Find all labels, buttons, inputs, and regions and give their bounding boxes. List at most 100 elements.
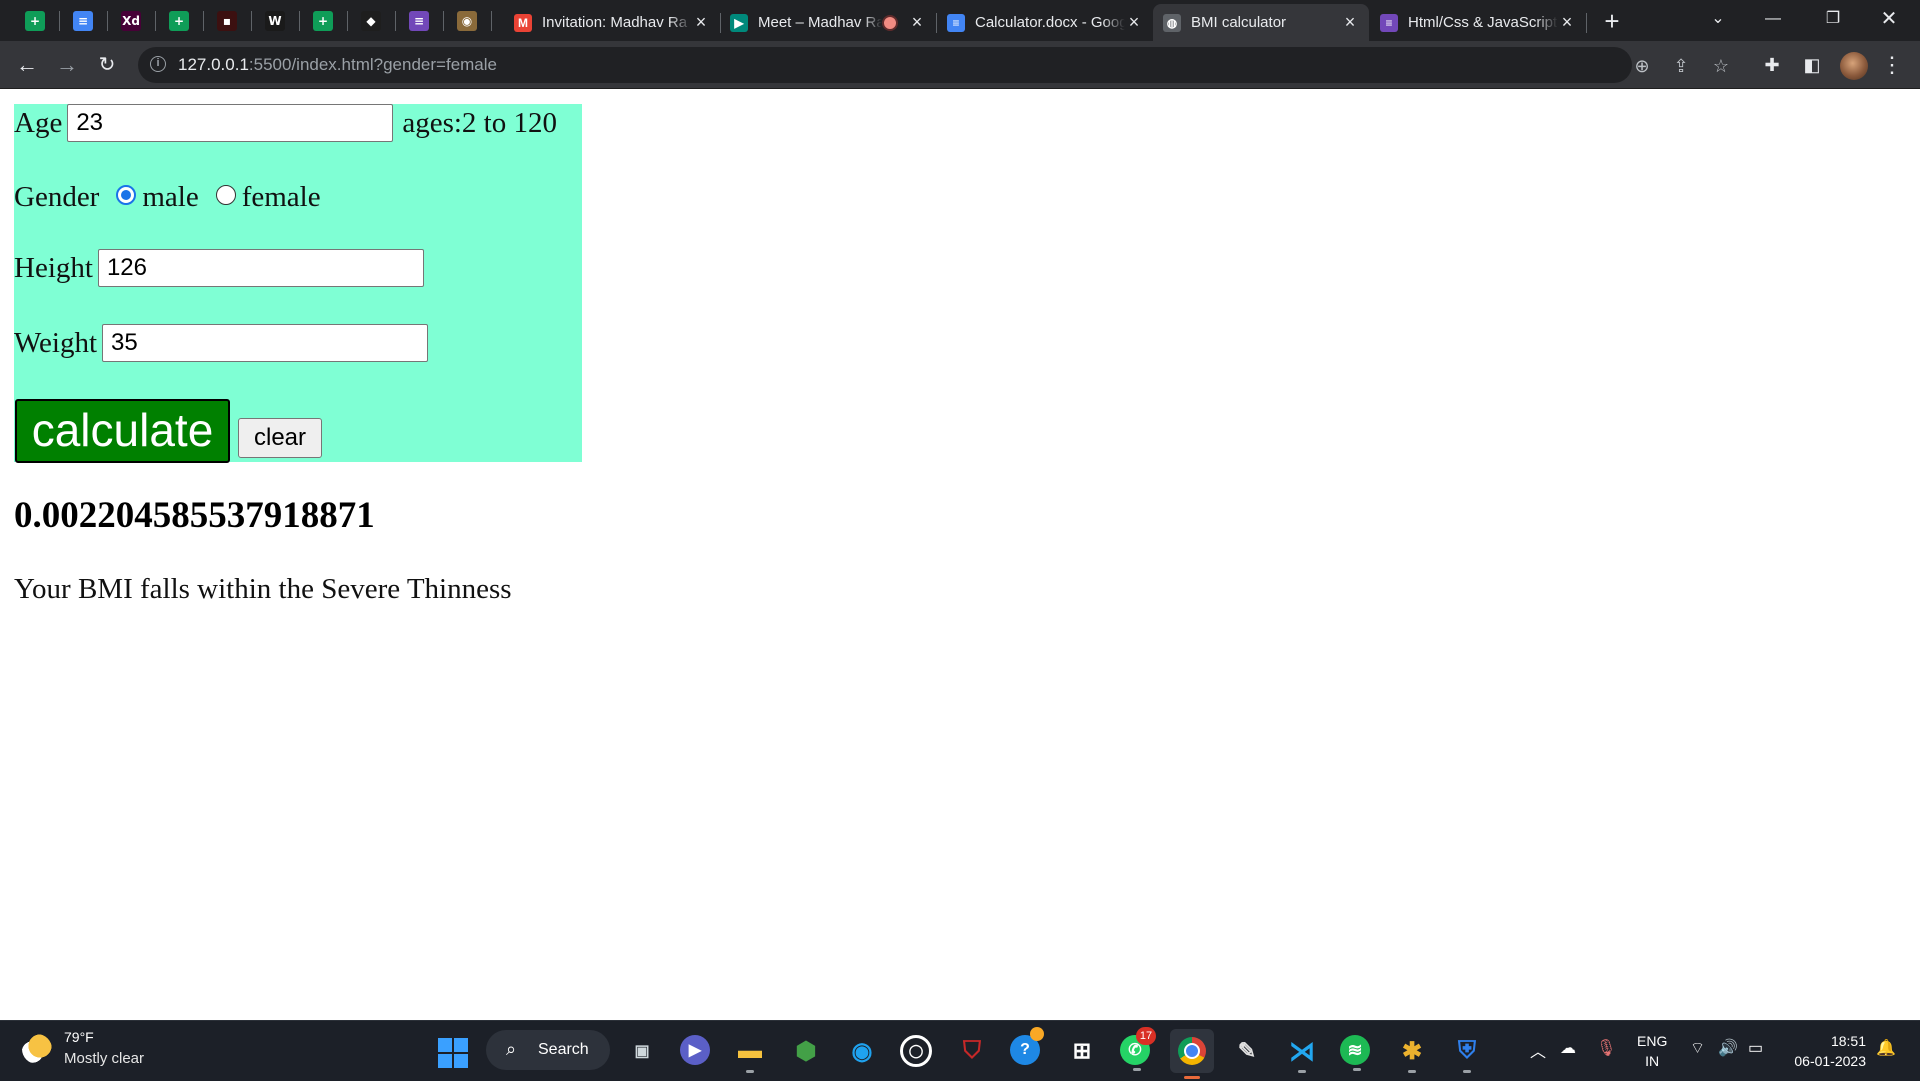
- url-path: :5500/index.html?gender=female: [248, 55, 497, 74]
- weather-description[interactable]: Mostly clear: [64, 1050, 144, 1067]
- github-app-icon[interactable]: ◯: [900, 1035, 932, 1067]
- google-meet-icon: ▶: [730, 13, 748, 32]
- tab-title: BMI calculator: [1191, 14, 1287, 31]
- taskbar-search[interactable]: ⌕ Search: [486, 1030, 610, 1070]
- google-forms-icon: ≡: [409, 11, 429, 31]
- task-view-icon[interactable]: ▣: [625, 1035, 659, 1067]
- browser-tab[interactable]: M Invitation: Madhav Ra ×: [504, 4, 720, 41]
- male-label[interactable]: male: [142, 181, 198, 214]
- tab-search-icon[interactable]: ⌄: [1695, 4, 1741, 34]
- browser-tab[interactable]: ≡ Calculator.docx - Google Docs×: [937, 4, 1153, 41]
- tab-title: Calculator.docx - Google Docs: [975, 14, 1125, 31]
- female-radio[interactable]: [215, 185, 236, 205]
- tab-divider: [443, 11, 444, 31]
- female-label[interactable]: female: [242, 181, 321, 214]
- site-info-icon[interactable]: i: [150, 56, 166, 72]
- close-window-button[interactable]: ✕: [1866, 4, 1912, 34]
- pinned-tab[interactable]: ▪: [214, 8, 240, 34]
- minimize-button[interactable]: —: [1750, 4, 1796, 34]
- side-panel-icon[interactable]: ◧: [1800, 53, 1824, 77]
- menu-kebab-icon[interactable]: ⋮: [1880, 53, 1904, 77]
- get-help-icon[interactable]: ?: [1010, 1027, 1044, 1065]
- bookmark-star-icon[interactable]: ☆: [1710, 55, 1732, 77]
- tab-title: Html/Css & JavaScript: [1408, 14, 1558, 31]
- clear-button[interactable]: clear: [238, 418, 322, 458]
- tab-close-icon[interactable]: ×: [692, 12, 710, 33]
- google-docs-icon: ≡: [947, 13, 965, 32]
- browser-tab[interactable]: ≡ Html/Css & JavaScript ×: [1370, 4, 1586, 41]
- pinned-tab[interactable]: +: [166, 8, 192, 34]
- notification-bell-icon[interactable]: 🔔: [1876, 1038, 1896, 1058]
- pinned-tab[interactable]: ≡: [406, 8, 432, 34]
- battery-icon[interactable]: ▭: [1748, 1038, 1763, 1058]
- address-bar[interactable]: i 127.0.0.1:5500/index.html?gender=femal…: [138, 47, 1729, 83]
- onedrive-cloud-icon[interactable]: ☁: [1560, 1038, 1576, 1058]
- url-text[interactable]: 127.0.0.1:5500/index.html?gender=female: [178, 55, 497, 75]
- share-icon[interactable]: ⇪: [1670, 55, 1692, 77]
- google-sheets-icon: +: [25, 11, 45, 31]
- zoom-icon[interactable]: ⊕: [1631, 55, 1653, 77]
- clock-time: 18:51: [1830, 1033, 1866, 1049]
- age-hint: ages:2 to 120: [402, 106, 557, 139]
- wifi-icon[interactable]: ⌔: [1690, 1038, 1705, 1058]
- extensions-icon[interactable]: ✚: [1760, 53, 1784, 77]
- height-input[interactable]: [97, 249, 424, 287]
- back-icon[interactable]: ←: [11, 49, 43, 81]
- teams-chat-icon[interactable]: ▶: [680, 1035, 710, 1065]
- pinned-tab[interactable]: ◉: [454, 8, 480, 34]
- spotify-icon[interactable]: ≋: [1340, 1035, 1370, 1071]
- document-editor-icon[interactable]: ✎: [1230, 1035, 1264, 1067]
- age-row: Age ages:2 to 120: [14, 104, 557, 142]
- pinned-tab[interactable]: Xd: [118, 8, 144, 34]
- search-icon: ⌕: [506, 1039, 517, 1059]
- tab-bmi-calculator-active[interactable]: ◍ BMI calculator ×: [1153, 4, 1369, 41]
- tab-close-icon[interactable]: ×: [1125, 12, 1143, 33]
- male-radio[interactable]: [116, 185, 137, 205]
- weather-temperature[interactable]: 79°F: [64, 1029, 94, 1045]
- age-input[interactable]: [67, 104, 394, 142]
- security-shield-icon[interactable]: ⛨: [1450, 1035, 1484, 1073]
- pinned-tab[interactable]: W: [262, 8, 288, 34]
- microphone-icon[interactable]: 🎙: [1596, 1038, 1616, 1058]
- tab-divider: [107, 11, 108, 31]
- mcafee-icon[interactable]: ⛉: [955, 1035, 989, 1067]
- reload-icon[interactable]: ↻: [91, 49, 123, 81]
- calculate-button[interactable]: calculate: [15, 399, 230, 463]
- edge-browser-icon[interactable]: ◉: [845, 1035, 879, 1067]
- taskbar-search-label: Search: [538, 1041, 589, 1058]
- tab-title: Invitation: Madhav Ra: [542, 14, 688, 31]
- new-tab-button[interactable]: +: [1596, 6, 1628, 36]
- weight-row: Weight: [14, 324, 429, 362]
- language-indicator[interactable]: ENG IN: [1637, 1031, 1667, 1071]
- figma-icon: ◆: [361, 11, 381, 31]
- browser-tab-strip: + ≡ Xd + ▪ W + ◆ ≡ ◉ M Invitation: Madhav Ra × ▶ Meet…: [0, 0, 1920, 41]
- pinned-tab[interactable]: +: [310, 8, 336, 34]
- whatsapp-icon[interactable]: ✆ 17: [1120, 1027, 1156, 1071]
- age-label: Age: [14, 106, 63, 139]
- pinned-tab[interactable]: +: [22, 8, 48, 34]
- show-hidden-icons-chevron[interactable]: ︿: [1530, 1038, 1546, 1062]
- tab-close-icon[interactable]: ×: [1341, 12, 1359, 33]
- height-label: Height: [14, 251, 93, 284]
- forward-icon[interactable]: →: [51, 49, 83, 81]
- weight-label: Weight: [14, 326, 98, 359]
- language-code: ENG: [1637, 1033, 1668, 1049]
- pinned-tab[interactable]: ≡: [70, 8, 96, 34]
- volume-icon[interactable]: 🔊: [1718, 1038, 1738, 1058]
- profile-avatar[interactable]: [1840, 52, 1868, 80]
- green-cube-app-icon[interactable]: ⬢: [789, 1035, 823, 1067]
- file-explorer-icon[interactable]: ▬: [733, 1035, 767, 1073]
- system-clock[interactable]: 18:51 06-01-2023: [1786, 1031, 1866, 1071]
- tab-close-icon[interactable]: ×: [1558, 12, 1576, 33]
- tab-close-icon[interactable]: ×: [908, 12, 926, 33]
- slack-icon[interactable]: ✱: [1395, 1035, 1429, 1073]
- browser-tab[interactable]: ▶ Meet – Madhav Ra ×: [720, 4, 936, 41]
- pinned-tab[interactable]: ◆: [358, 8, 384, 34]
- restore-button[interactable]: ❐: [1810, 4, 1856, 34]
- chrome-icon[interactable]: [1170, 1029, 1214, 1079]
- weight-input[interactable]: [102, 324, 429, 362]
- vscode-icon[interactable]: ⋊: [1285, 1035, 1319, 1073]
- weather-moon-icon[interactable]: [22, 1034, 52, 1064]
- microsoft-store-icon[interactable]: ⊞: [1065, 1035, 1099, 1067]
- windows-start-icon[interactable]: [438, 1038, 468, 1068]
